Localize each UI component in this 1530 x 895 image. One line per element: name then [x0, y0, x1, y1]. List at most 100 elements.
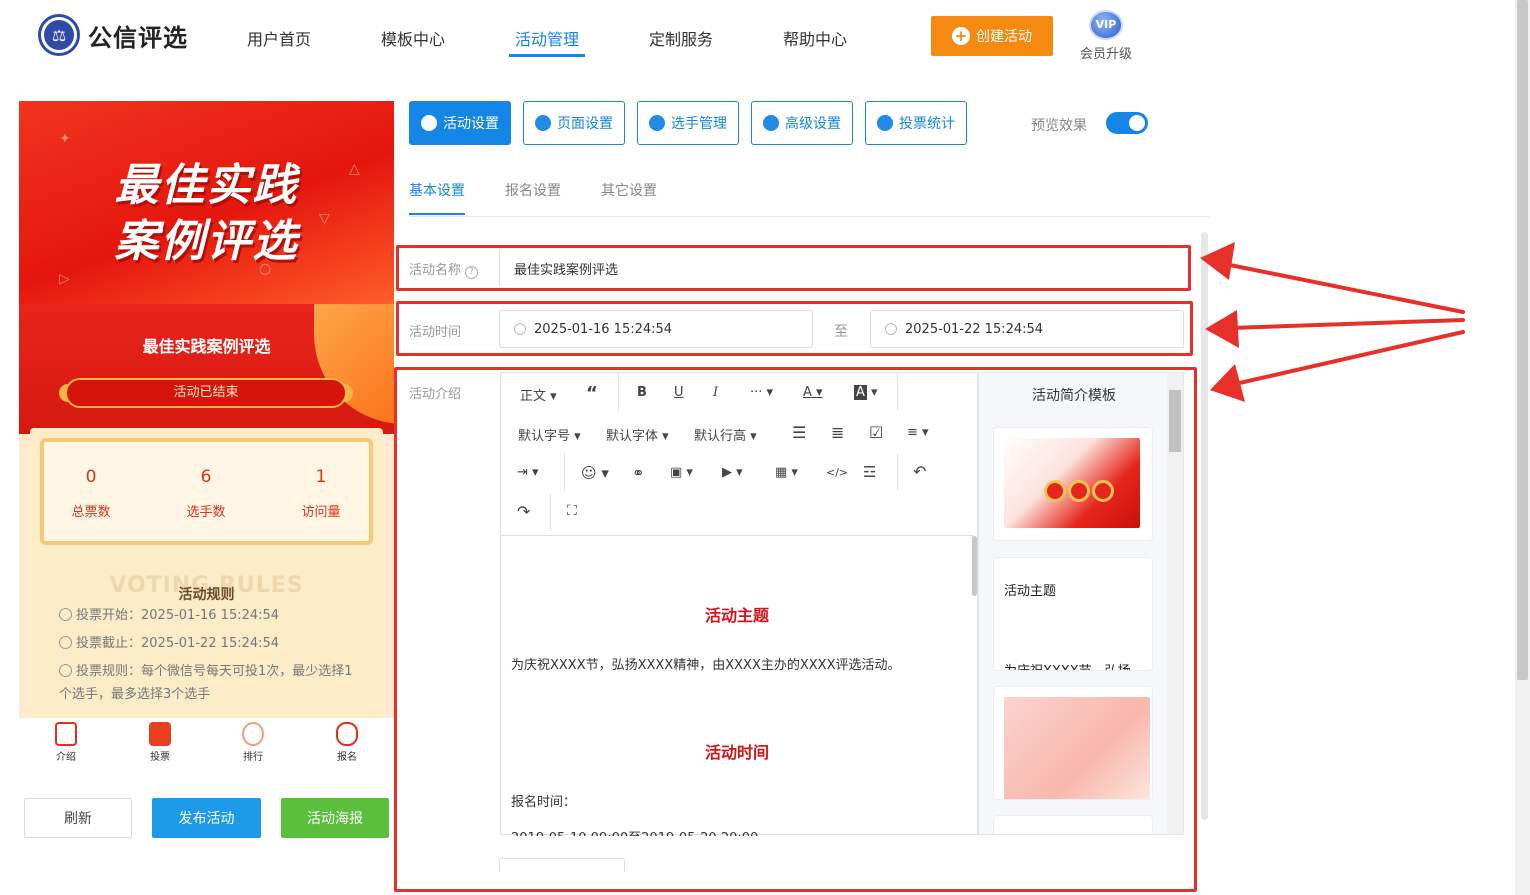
rule-vote-start: 投票开始：2025-01-16 15:24:54	[59, 604, 359, 627]
nav-active-indicator	[509, 54, 585, 57]
template-card[interactable]	[993, 815, 1153, 834]
star-icon	[421, 115, 437, 131]
preview-toggle[interactable]	[1106, 112, 1148, 134]
font-color-dropdown[interactable]: A ▾	[803, 385, 823, 400]
template-scrollbar-thumb[interactable]	[1169, 390, 1181, 452]
arrowhead	[1205, 310, 1239, 348]
end-time-input[interactable]: 2025-01-22 15:24:54	[870, 310, 1184, 348]
nav-template-center[interactable]: 模板中心	[381, 26, 445, 50]
video-dropdown-icon[interactable]: ▶ ▾	[722, 465, 743, 480]
preview-activity-title: 最佳实践案例评选	[142, 337, 271, 356]
bold-icon[interactable]: B	[637, 385, 647, 400]
refresh-button[interactable]: 刷新	[24, 798, 132, 838]
rule-vote-rules: 投票规则：每个微信号每天可投1次，最少选择1个选手，最多选择3个选手	[59, 664, 353, 702]
undo-icon[interactable]: ↶	[913, 462, 926, 481]
more-options-dropdown[interactable]: ··· ▾	[750, 385, 773, 400]
toolbar-separator	[618, 373, 619, 411]
create-activity-button[interactable]: + 创建活动	[931, 16, 1053, 56]
page: ⚖ 公信评选 用户首页 模板中心 活动管理 定制服务 帮助中心 + 创建活动 V…	[0, 0, 1530, 895]
publish-activity-button[interactable]: 发布活动	[152, 798, 261, 838]
template-card[interactable]	[993, 427, 1153, 541]
bar-chart-icon	[877, 115, 893, 131]
toolbar-separator	[897, 453, 898, 491]
subtab-basic-settings[interactable]: 基本设置	[409, 180, 465, 200]
fullscreen-icon[interactable]: ⛶	[567, 503, 577, 519]
start-time-input[interactable]: 2025-01-16 15:24:54	[499, 310, 813, 348]
tab-activity-settings[interactable]: 活动设置	[409, 101, 511, 145]
link-icon[interactable]: ⚭	[632, 464, 645, 482]
tab-page-settings[interactable]: 页面设置	[523, 101, 625, 145]
content-paragraph: 2019-05-10 09:00至2019-05-20 20:00	[511, 827, 758, 836]
quote-icon[interactable]: “	[586, 383, 598, 404]
clock-icon	[514, 323, 526, 335]
vip-label: 会员升级	[1079, 47, 1132, 62]
toolbar-separator	[564, 453, 565, 491]
stat-visits: 1 访问量	[266, 467, 376, 520]
indent-dropdown-icon[interactable]: ⇥ ▾	[517, 465, 539, 480]
align-dropdown-icon[interactable]: ≡ ▾	[907, 425, 929, 440]
tab-advanced-settings[interactable]: 高级设置	[751, 101, 853, 145]
stat-value: 1	[315, 467, 327, 487]
redo-icon[interactable]: ↷	[517, 502, 530, 521]
activity-name-input[interactable]: 最佳实践案例评选	[499, 249, 1186, 287]
line-height-dropdown[interactable]: 默认行高 ▾	[694, 425, 757, 444]
italic-icon[interactable]: I	[713, 385, 718, 400]
subtab-other-settings[interactable]: 其它设置	[601, 180, 657, 200]
content-heading-time: 活动时间	[704, 743, 769, 762]
rich-text-editor[interactable]: 正文 ▾ “ B U I ··· ▾ A ▾ A ▾ 默认字号 ▾ 默认字体 ▾…	[500, 372, 978, 836]
tab-signup[interactable]: 报名	[317, 722, 377, 763]
logo[interactable]: ⚖ 公信评选	[38, 14, 188, 56]
underline-icon[interactable]: U	[674, 385, 684, 400]
gear-icon	[535, 115, 551, 131]
editor-scrollbar[interactable]	[972, 536, 977, 596]
clock-icon	[59, 636, 72, 649]
mobile-preview: ✦ △ ▽ ▷ ○ 最佳实践 案例评选 最佳实践案例评选 活动已结束 0 总票数…	[19, 101, 394, 768]
font-size-dropdown[interactable]: 默认字号 ▾	[518, 425, 581, 444]
document-icon	[55, 722, 77, 746]
nav-help-center[interactable]: 帮助中心	[783, 26, 847, 50]
editor-content-area[interactable]: 活动主题 为庆祝XXXX节，弘扬XXXX精神，由XXXX主办的XXXX评选活动。…	[501, 535, 973, 836]
tab-intro[interactable]: 介绍	[36, 722, 96, 763]
banner-title-line1: 最佳实践	[114, 160, 299, 211]
emoji-dropdown-icon[interactable]: ☺ ▾	[581, 464, 609, 482]
stat-value: 0	[85, 467, 97, 487]
code-icon[interactable]: </>	[826, 466, 848, 479]
bullet-list-icon[interactable]: ☰	[792, 423, 806, 442]
tab-contestant-management[interactable]: 选手管理	[637, 101, 739, 145]
activity-poster-button[interactable]: 活动海报	[281, 798, 389, 838]
tab-ranking[interactable]: 排行	[223, 722, 283, 763]
vip-upgrade[interactable]: VIP 会员升级	[1076, 10, 1136, 62]
time-range-separator: 至	[834, 324, 848, 340]
font-family-dropdown[interactable]: 默认字体 ▾	[606, 425, 669, 444]
toolbar-separator	[897, 373, 898, 411]
arrowhead	[1210, 364, 1245, 402]
arrow-to-time-field	[1229, 318, 1465, 330]
subtab-divider	[409, 216, 1209, 217]
logo-text: 公信评选	[88, 23, 188, 52]
template-panel: 活动简介模板 活动主题 为庆祝XXXX节，弘扬	[978, 372, 1184, 835]
background-color-dropdown[interactable]: A ▾	[854, 385, 878, 400]
template-thumbnail	[1004, 697, 1150, 799]
nav-custom-service[interactable]: 定制服务	[649, 26, 713, 50]
checklist-icon[interactable]: ☑	[869, 423, 883, 442]
tab-vote[interactable]: 投票	[130, 722, 190, 763]
question-icon: ?	[465, 266, 479, 279]
nav-activity-management[interactable]: 活动管理	[515, 26, 579, 50]
create-activity-label: 创建活动	[976, 29, 1032, 45]
nav-user-home[interactable]: 用户首页	[247, 26, 311, 50]
window-scrollbar-thumb[interactable]	[1517, 0, 1528, 680]
numbered-list-icon[interactable]: ≣	[831, 423, 844, 442]
paragraph-style-dropdown[interactable]: 正文 ▾	[520, 385, 557, 404]
template-card[interactable]	[993, 686, 1153, 800]
template-card[interactable]: 活动主题 为庆祝XXXX节，弘扬	[993, 557, 1153, 671]
divider-icon[interactable]: ☲	[863, 463, 876, 481]
stat-label: 访问量	[301, 505, 341, 520]
activity-name-label: 活动名称?	[409, 259, 479, 279]
partial-field-below	[499, 858, 625, 872]
users-icon	[649, 115, 665, 131]
content-heading-theme: 活动主题	[704, 606, 769, 625]
table-dropdown-icon[interactable]: ▦ ▾	[775, 465, 798, 480]
subtab-signup-settings[interactable]: 报名设置	[505, 180, 561, 200]
image-dropdown-icon[interactable]: ▣ ▾	[670, 465, 693, 480]
tab-vote-statistics[interactable]: 投票统计	[865, 101, 967, 145]
